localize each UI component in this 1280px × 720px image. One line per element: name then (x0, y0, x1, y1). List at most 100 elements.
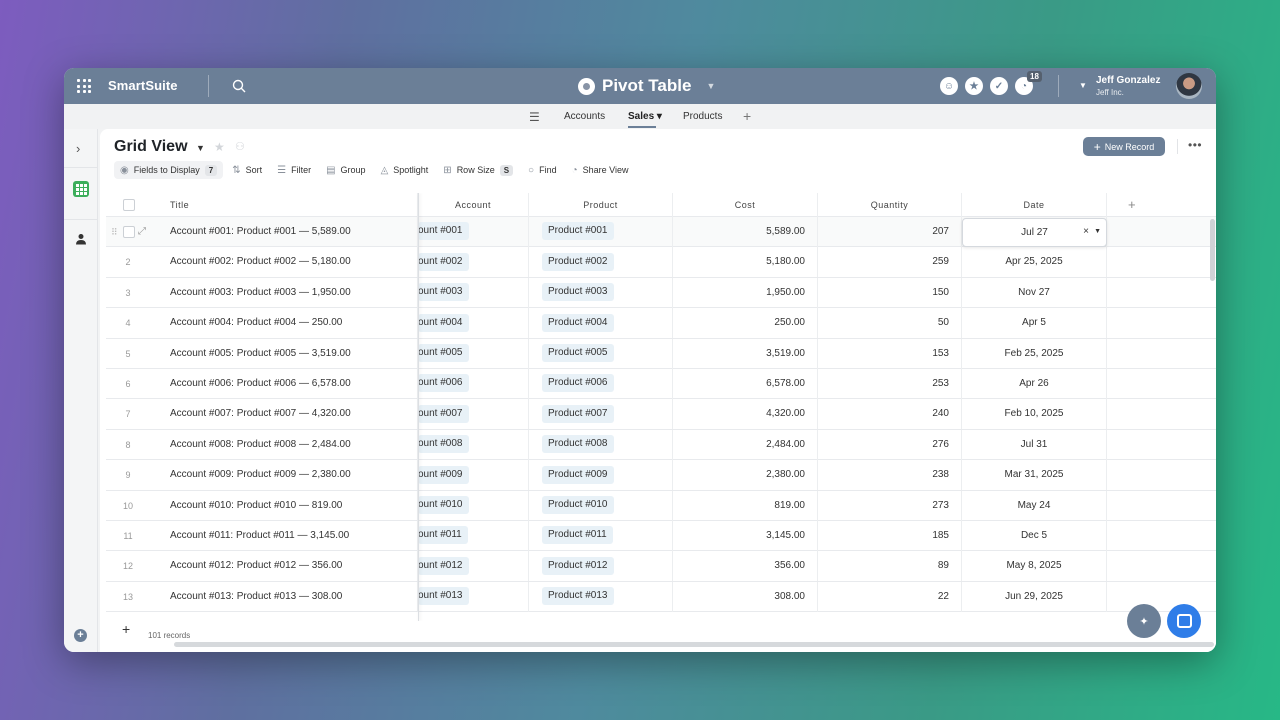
chat-support-button[interactable] (1167, 604, 1201, 638)
apps-grid-icon[interactable] (77, 79, 91, 93)
notifications-icon[interactable]: ◔ 18 (1015, 71, 1042, 95)
cell-cost[interactable]: 3,145.00 (673, 521, 818, 551)
cell-title[interactable]: Account #002: Product #002 — 5,180.00 (150, 247, 418, 278)
account-chip[interactable]: ount #011 (418, 526, 468, 545)
cell-quantity[interactable]: 153 (818, 338, 962, 369)
account-chip[interactable]: ount #009 (418, 465, 469, 484)
cell-cost[interactable]: 819.00 (673, 490, 818, 521)
cell-account[interactable]: ount #010 (418, 490, 529, 521)
cell-account[interactable]: ount #012 (418, 551, 529, 582)
cell-account[interactable]: ount #013 (418, 581, 529, 612)
cell-account[interactable]: ount #006 (418, 369, 529, 399)
add-column-plus-icon[interactable]: + (1107, 193, 1157, 217)
hamburger-menu-icon[interactable]: ☰ (529, 110, 540, 124)
date-dropdown-caret-icon[interactable]: ▼ (1094, 228, 1101, 235)
sort-button[interactable]: ⇅ Sort (226, 161, 268, 179)
cell-cost[interactable]: 2,484.00 (673, 429, 818, 460)
account-chip[interactable]: ount #004 (418, 313, 469, 332)
cell-date[interactable]: Feb 25, 2025 (962, 338, 1107, 369)
table-row[interactable]: 3 Account #003: Product #003 — 1,950.00 ou… (106, 277, 1216, 309)
product-chip[interactable]: Product #005 (542, 343, 614, 362)
cell-date[interactable]: Jul 31 (962, 429, 1107, 460)
cell-date[interactable]: Mar 31, 2025 (962, 460, 1107, 491)
account-chip[interactable]: ount #013 (418, 587, 469, 606)
expand-chevron-right-icon[interactable]: › (76, 141, 80, 156)
avatar[interactable] (1176, 73, 1202, 99)
cell-cost[interactable]: 2,380.00 (673, 460, 818, 491)
cell-product[interactable]: Product #013 (529, 581, 673, 612)
product-chip[interactable]: Product #004 (542, 313, 614, 332)
account-chip[interactable]: ount #001 (418, 222, 469, 241)
favorites-star-icon[interactable]: ★ (965, 77, 983, 95)
tab-sales[interactable]: Sales ▾ (628, 111, 662, 128)
cell-date[interactable]: Jun 29, 2025 (962, 581, 1107, 612)
cell-account[interactable]: ount #001 (418, 217, 529, 247)
column-header-account[interactable]: Account (418, 193, 529, 217)
cell-cost[interactable]: 3,519.00 (673, 338, 818, 369)
cell-title[interactable]: Account #013: Product #013 — 308.00 (150, 581, 418, 612)
cell-quantity[interactable]: 207 (818, 217, 962, 247)
cell-account[interactable]: ount #004 (418, 308, 529, 339)
column-header-product[interactable]: Product (529, 193, 673, 217)
cell-quantity[interactable]: 276 (818, 429, 962, 460)
column-header-quantity[interactable]: Quantity (818, 193, 962, 217)
cell-account[interactable]: ount #002 (418, 247, 529, 278)
cell-account[interactable]: ount #011 (418, 521, 529, 551)
brand-name[interactable]: SmartSuite (108, 78, 178, 93)
user-name[interactable]: Jeff Gonzalez (1096, 75, 1160, 86)
product-chip[interactable]: Product #002 (542, 252, 614, 271)
account-chip[interactable]: ount #010 (418, 495, 469, 514)
product-chip[interactable]: Product #011 (542, 526, 613, 545)
table-row[interactable]: 7 Account #007: Product #007 — 4,320.00 ou… (106, 399, 1216, 430)
ai-assistant-button[interactable]: ✦ (1127, 604, 1161, 638)
share-view-button[interactable]: ◔ Share View (566, 161, 635, 179)
product-chip[interactable]: Product #009 (542, 465, 614, 484)
cell-product[interactable]: Product #001 (529, 217, 673, 247)
solution-title[interactable]: Pivot Table ▼ (578, 75, 715, 97)
table-row[interactable]: 6 Account #006: Product #006 — 6,578.00 ou… (106, 369, 1216, 400)
table-row-partial[interactable] (106, 612, 1216, 621)
date-cell-editor[interactable]: Jul 27 × ▼ (962, 218, 1107, 247)
product-chip[interactable]: Product #008 (542, 435, 614, 454)
drag-handle-icon[interactable]: ⠿ (111, 217, 118, 247)
account-chip[interactable]: ount #012 (418, 556, 469, 575)
cell-title[interactable]: Account #009: Product #009 — 2,380.00 (150, 460, 418, 491)
cell-date[interactable]: May 24 (962, 490, 1107, 521)
cell-quantity[interactable]: 273 (818, 490, 962, 521)
cell-quantity[interactable]: 240 (818, 399, 962, 430)
expand-record-icon[interactable]: ⤢ (138, 217, 146, 247)
tab-products[interactable]: Products (683, 111, 722, 122)
cell-cost[interactable]: 1,950.00 (673, 277, 818, 308)
table-row[interactable]: 4 Account #004: Product #004 — 250.00 ount… (106, 308, 1216, 339)
cell-account[interactable]: ount #005 (418, 338, 529, 369)
find-button[interactable]: ○ Find (522, 161, 563, 179)
chevron-down-icon[interactable]: ▼ (196, 143, 205, 153)
grid-view-icon[interactable] (73, 181, 89, 197)
cell-title[interactable]: Account #012: Product #012 — 356.00 (150, 551, 418, 582)
cell-cost[interactable]: 5,589.00 (673, 217, 818, 247)
cell-quantity[interactable]: 253 (818, 369, 962, 399)
cell-title[interactable]: Account #001: Product #001 — 5,589.00 (150, 217, 418, 247)
new-record-button[interactable]: + New Record (1083, 137, 1165, 156)
search-icon[interactable] (232, 79, 246, 93)
members-icon[interactable]: ⚇ (235, 140, 245, 153)
table-row[interactable]: 12 Account #012: Product #012 — 356.00 oun… (106, 551, 1216, 582)
product-chip[interactable]: Product #003 (542, 283, 614, 302)
cell-product[interactable]: Product #004 (529, 308, 673, 339)
cell-cost[interactable]: 356.00 (673, 551, 818, 582)
tasks-check-icon[interactable]: ✓ (990, 77, 1008, 95)
filter-button[interactable]: ☰ Filter (271, 161, 317, 179)
select-all-checkbox[interactable] (123, 199, 135, 211)
account-chip[interactable]: ount #006 (418, 374, 469, 393)
product-chip[interactable]: Product #012 (542, 556, 614, 575)
cell-account[interactable]: ount #009 (418, 460, 529, 491)
vertical-scrollbar[interactable] (1210, 219, 1215, 281)
account-chip[interactable]: ount #002 (418, 252, 469, 271)
cell-quantity[interactable]: 150 (818, 277, 962, 308)
cell-quantity[interactable]: 50 (818, 308, 962, 339)
cell-product[interactable]: Product #010 (529, 490, 673, 521)
account-chip[interactable]: ount #005 (418, 343, 469, 362)
cell-quantity[interactable]: 22 (818, 581, 962, 612)
row-checkbox[interactable] (123, 226, 135, 238)
spotlight-button[interactable]: ◬ Spotlight (375, 161, 435, 179)
